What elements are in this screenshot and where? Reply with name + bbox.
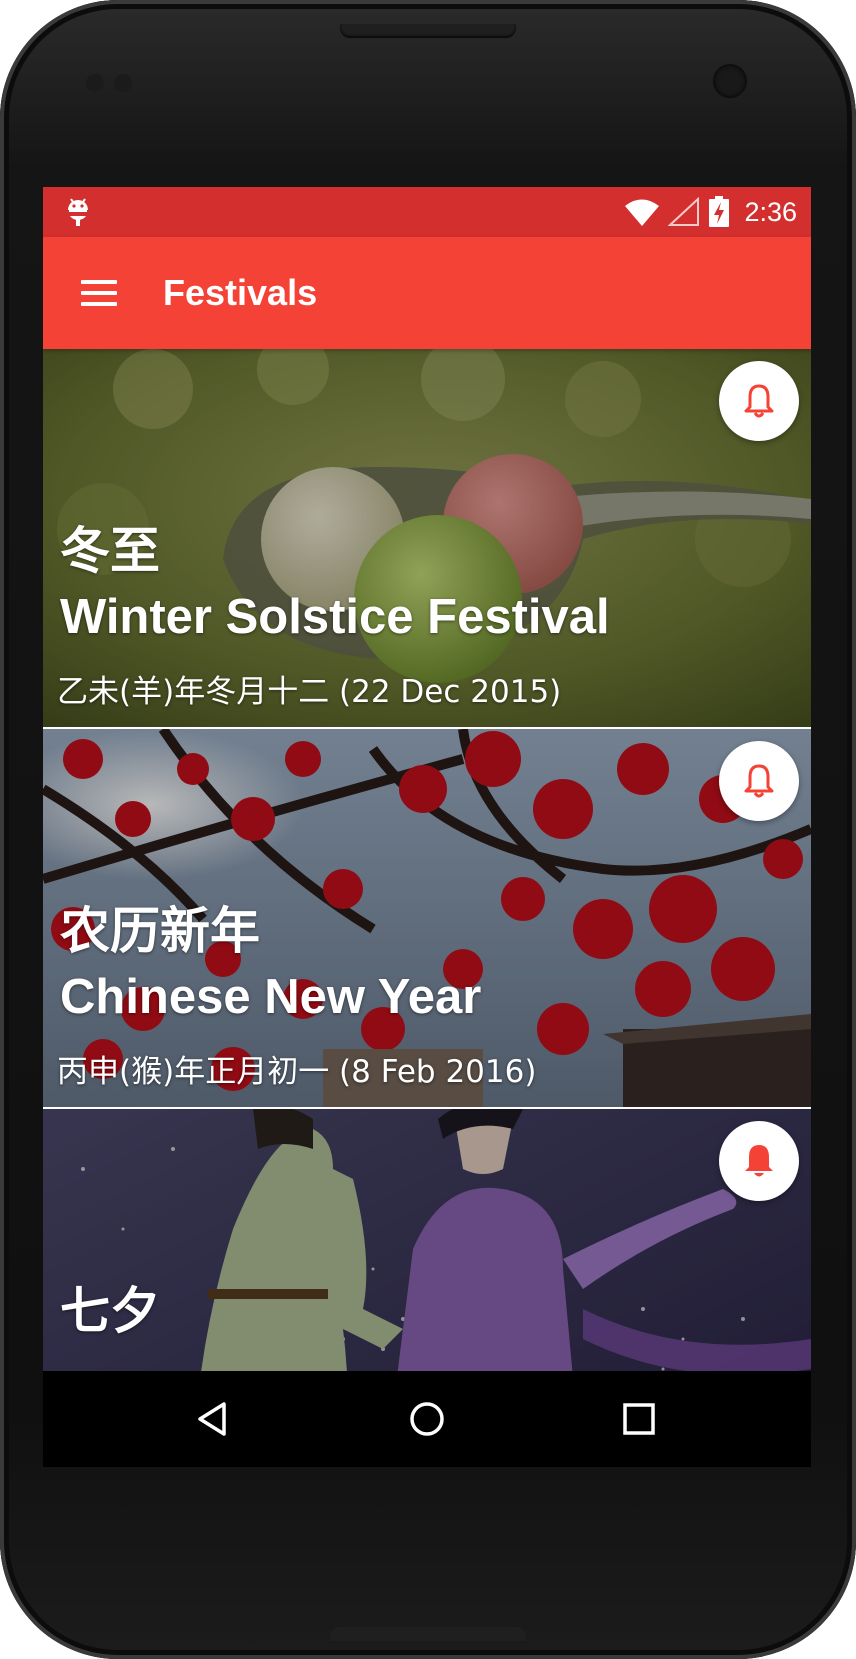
app-bar: Festivals — [43, 237, 811, 349]
status-bar: 2:36 — [43, 187, 811, 237]
reminder-button-active[interactable] — [719, 1121, 799, 1201]
screen: 2:36 Festivals 冬至 Winter Solstice Festiv… — [43, 187, 811, 1467]
festival-date: 丙申(猴)年正月初一 (8 Feb 2016) — [57, 1054, 537, 1090]
signal-icon — [668, 197, 700, 226]
front-camera — [713, 64, 747, 98]
android-debug-icon — [68, 198, 88, 226]
festival-card-chinese-new-year[interactable]: 农历新年 Chinese New Year 丙申(猴)年正月初一 (8 Feb … — [43, 729, 811, 1107]
phone-frame: 2:36 Festivals 冬至 Winter Solstice Festiv… — [0, 0, 856, 1659]
reminder-button[interactable] — [719, 741, 799, 821]
festival-card-qixi[interactable]: 七夕 — [43, 1109, 811, 1371]
home-circle-icon — [410, 1402, 444, 1436]
home-button[interactable] — [397, 1389, 457, 1449]
festival-chinese-name: 七夕 — [60, 1282, 160, 1340]
page-title: Festivals — [163, 272, 318, 313]
festival-english-name: Winter Solstice Festival — [60, 590, 610, 644]
bottom-speaker-grille — [330, 1627, 526, 1641]
recents-button[interactable] — [609, 1389, 669, 1449]
festival-chinese-name: 冬至 — [60, 522, 160, 580]
bell-outline-icon — [744, 764, 774, 798]
festival-card-winter-solstice[interactable]: 冬至 Winter Solstice Festival 乙未(羊)年冬月十二 (… — [43, 349, 811, 727]
battery-charging-icon — [709, 196, 730, 227]
festival-date: 乙未(羊)年冬月十二 (22 Dec 2015) — [57, 674, 562, 710]
menu-button[interactable] — [65, 259, 133, 327]
festival-chinese-name: 农历新年 — [60, 902, 260, 960]
light-sensor — [114, 74, 132, 92]
back-triangle-icon — [198, 1402, 226, 1436]
status-time: 2:36 — [744, 196, 797, 227]
system-navigation-bar — [43, 1371, 811, 1467]
bell-outline-icon — [744, 384, 774, 418]
recents-square-icon — [623, 1403, 655, 1435]
back-button[interactable] — [184, 1389, 244, 1449]
reminder-button[interactable] — [719, 361, 799, 441]
wifi-icon — [625, 199, 660, 226]
proximity-sensor — [86, 74, 104, 92]
festival-english-name: Chinese New Year — [60, 970, 482, 1024]
top-speaker-grille — [340, 24, 516, 38]
bell-filled-icon — [745, 1145, 773, 1177]
festival-list[interactable]: 冬至 Winter Solstice Festival 乙未(羊)年冬月十二 (… — [43, 349, 811, 1371]
hamburger-menu-icon — [81, 273, 117, 313]
